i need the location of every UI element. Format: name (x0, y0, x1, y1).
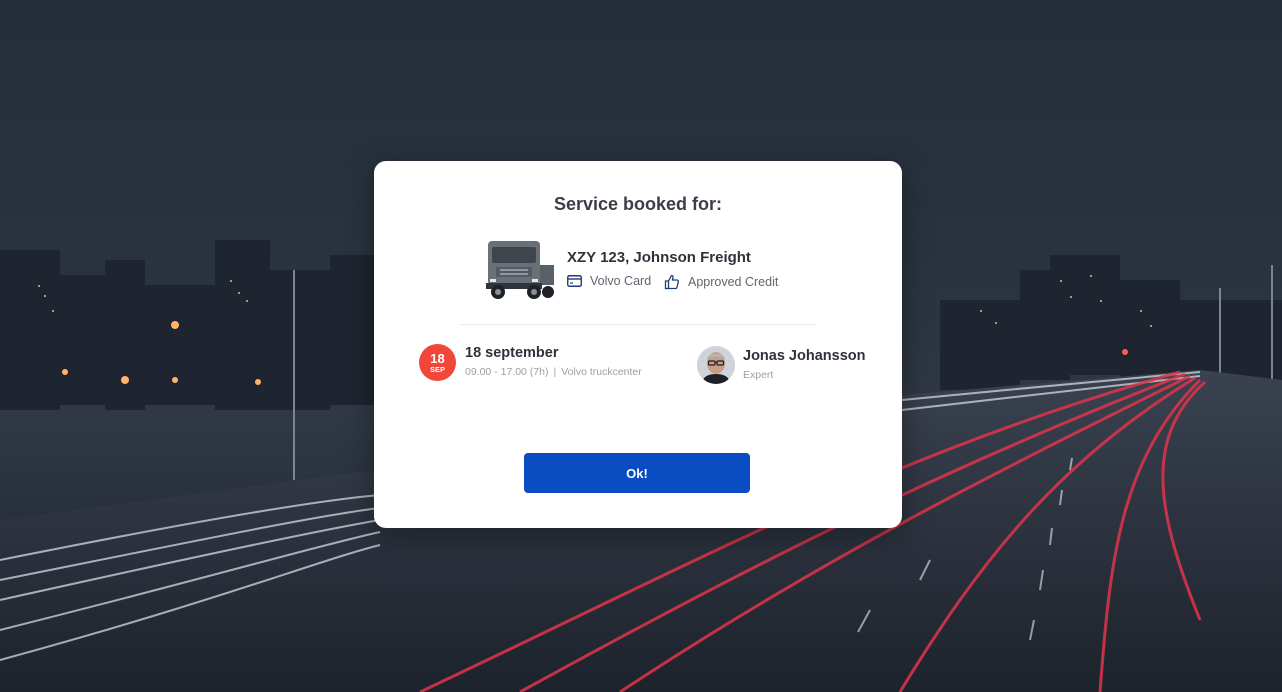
approved-credit-tag: Approved Credit (664, 274, 778, 290)
date-badge: 18 SEP (419, 344, 456, 381)
volvo-card-label: Volvo Card (590, 274, 652, 288)
expert-name: Jonas Johansson (743, 348, 866, 364)
appointment-time: 09.00 - 17.00 (7h) (465, 366, 549, 378)
date-badge-month: SEP (429, 365, 445, 374)
thumbs-up-icon (664, 274, 680, 290)
booking-confirmation-dialog: Service booked for: XZY 123, Johnson Fre… (374, 161, 902, 528)
details-separator: | (553, 366, 557, 378)
expert-avatar (697, 346, 735, 384)
appointment-location: Volvo truckcenter (561, 366, 642, 378)
appointment-date: 18 september (465, 345, 559, 361)
volvo-card-tag: Volvo Card (567, 274, 651, 288)
divider (459, 324, 815, 325)
dialog-title: Service booked for: (553, 194, 723, 214)
date-badge-day: 18 (430, 351, 445, 366)
credit-card-icon (567, 275, 582, 287)
appointment-details: 09.00 - 17.00 (7h) | Volvo truckcenter (465, 366, 642, 378)
vehicle-name: XZY 123, Johnson Freight (567, 249, 751, 266)
ok-button[interactable]: Ok! (524, 453, 750, 493)
expert-role: Expert (743, 369, 774, 381)
approved-credit-label: Approved Credit (688, 275, 779, 289)
truck-image (482, 235, 556, 303)
